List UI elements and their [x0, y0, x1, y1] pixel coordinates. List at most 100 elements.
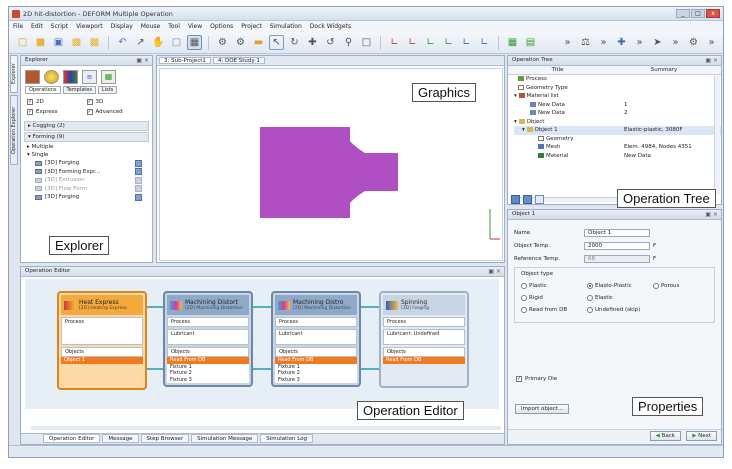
close-button[interactable]: x	[706, 9, 720, 18]
pan-icon[interactable]: ✋	[151, 35, 166, 50]
node-lubricant[interactable]: Lubricant	[275, 329, 357, 345]
node-process[interactable]: Process	[275, 317, 357, 327]
select-icon[interactable]: ↖	[269, 35, 284, 50]
chevron-icon[interactable]: »	[560, 35, 575, 50]
axis-icon[interactable]: ∟	[387, 35, 402, 50]
tool-icon[interactable]: ≡	[82, 70, 97, 84]
tree-row[interactable]: ▾ Material list	[514, 92, 721, 101]
mesh-icon[interactable]	[523, 195, 532, 204]
add-icon[interactable]	[135, 193, 142, 201]
tree-row[interactable]: Geometry Type	[514, 84, 721, 93]
menu-edit[interactable]: Edit	[31, 23, 43, 30]
operation-node-heat-express[interactable]: Heat Express [2D] Heating Express Process…	[57, 291, 147, 390]
back-button[interactable]: ◀ Back	[649, 431, 681, 441]
list-icon[interactable]	[535, 195, 544, 204]
radio-read-from-db[interactable]: Read from DB	[521, 307, 587, 313]
tab-simulation-log[interactable]: Simulation Log	[260, 434, 314, 443]
folder-icon[interactable]: ▩	[69, 35, 84, 50]
node-process[interactable]: Process	[167, 317, 249, 327]
tab-sub-project[interactable]: 3: Sub-Project1	[159, 57, 211, 64]
new-icon[interactable]: □	[15, 35, 30, 50]
dock-controls-icon[interactable]: ▣ ×	[136, 57, 149, 64]
minimize-button[interactable]: _	[676, 9, 690, 18]
node-lubricant[interactable]: Lubricant: Undefined	[383, 329, 465, 345]
tab-operations[interactable]: Operations	[25, 86, 61, 94]
fit-icon[interactable]: □	[359, 35, 374, 50]
tab-lists[interactable]: Lists	[97, 86, 118, 94]
dock-controls-icon[interactable]: ▣ ×	[488, 268, 501, 275]
chevron-icon[interactable]: »	[704, 35, 719, 50]
radio-plastic[interactable]: Plastic	[521, 283, 587, 289]
node-process[interactable]: Process	[383, 317, 465, 327]
open-icon[interactable]: ■	[33, 35, 48, 50]
tab-doe-study[interactable]: 4: DOE Study 1	[212, 57, 265, 64]
add-icon[interactable]	[135, 185, 142, 193]
menu-file[interactable]: File	[13, 23, 23, 30]
check-3d[interactable]: ✓ 3D	[86, 99, 147, 105]
grid-icon[interactable]: ▤	[523, 35, 538, 50]
tree-row[interactable]: Process	[514, 75, 721, 84]
display-icon[interactable]	[511, 195, 520, 204]
node-object[interactable]: Fixture 3	[275, 376, 357, 383]
maximize-button[interactable]: □	[691, 9, 705, 18]
operation-node-spinning[interactable]: Spinning [3D] Forging Process Lubricant: …	[379, 291, 469, 388]
primary-die-check[interactable]: ✓ Primary Die	[516, 376, 557, 382]
tree-row-selected[interactable]: ▾ Object 1 Elastic-plastic, 3080F	[514, 126, 721, 135]
column-summary[interactable]: Summary	[651, 66, 678, 74]
menu-project[interactable]: Project	[241, 23, 262, 30]
chevron-icon[interactable]: »	[596, 35, 611, 50]
chevron-icon[interactable]: »	[668, 35, 683, 50]
menu-simulation[interactable]: Simulation	[270, 23, 302, 30]
operation-editor-scrollbar[interactable]	[31, 426, 501, 430]
axis-icon[interactable]: ∟	[441, 35, 456, 50]
add-icon[interactable]	[135, 159, 142, 167]
menu-viewport[interactable]: Viewport	[76, 23, 103, 30]
dock-controls-icon[interactable]: ▣ ×	[705, 57, 718, 64]
display-icon[interactable]: ▦	[187, 35, 202, 50]
menu-mouse[interactable]: Mouse	[141, 23, 160, 30]
side-tab-explorer[interactable]: Explorer	[10, 55, 18, 93]
operation-editor-canvas[interactable]: Heat Express [2D] Heating Express Process…	[25, 279, 499, 409]
explorer-item[interactable]: [3D] Forging	[21, 159, 152, 168]
axis-icon[interactable]: ∟	[459, 35, 474, 50]
save-icon[interactable]: ▣	[51, 35, 66, 50]
axis-icon[interactable]: ∟	[405, 35, 420, 50]
tool-icon[interactable]: ➤	[650, 35, 665, 50]
operation-icon[interactable]	[25, 70, 40, 84]
column-title[interactable]: Title	[552, 66, 564, 74]
rotate-icon[interactable]: ↺	[323, 35, 338, 50]
rect-icon[interactable]: ▬	[251, 35, 266, 50]
target-icon[interactable]: ✚	[614, 35, 629, 50]
side-tab-operation-explorer[interactable]: Operation Explorer	[10, 95, 18, 165]
explorer-item[interactable]: [3D] Extrusion	[21, 176, 152, 185]
node-process[interactable]: Process	[61, 317, 143, 345]
tab-step-browser[interactable]: Step Browser	[140, 434, 190, 443]
explorer-item[interactable]: [3D] Flow Form	[21, 185, 152, 194]
check-advanced[interactable]: ✓ Advanced	[86, 109, 147, 115]
explorer-item[interactable]: [3D] Forging	[21, 193, 152, 202]
tab-templates[interactable]: Templates	[62, 86, 96, 94]
grid-icon[interactable]: ▦	[101, 70, 116, 84]
menu-tool[interactable]: Tool	[168, 23, 180, 30]
check-express[interactable]: ✓ Express	[27, 109, 87, 115]
tab-simulation-message[interactable]: Simulation Message	[191, 434, 259, 443]
node-object[interactable]: Fixture 3	[167, 376, 249, 383]
axis-icon[interactable]: ∟	[423, 35, 438, 50]
tab-operation-editor[interactable]: Operation Editor	[43, 434, 101, 443]
zoom-icon[interactable]: ⚲	[341, 35, 356, 50]
menu-dock-widgets[interactable]: Dock Widgets	[310, 23, 351, 30]
axis-icon[interactable]: ∟	[477, 35, 492, 50]
radio-undefined[interactable]: Undefined (skip)	[587, 307, 667, 313]
chevron-icon[interactable]: »	[632, 35, 647, 50]
menu-display[interactable]: Display	[111, 23, 133, 30]
radio-elastic[interactable]: Elastic	[587, 295, 703, 301]
check-2d[interactable]: ✓ 2D	[27, 99, 87, 105]
menu-script[interactable]: Script	[51, 23, 68, 30]
tree-row[interactable]: Geometry	[514, 135, 721, 144]
object-temp-field[interactable]: 2000	[584, 241, 650, 250]
operation-node-machining-distro[interactable]: Machining Distro [2D] Machining Distortio…	[271, 291, 361, 387]
rotate-icon[interactable]: ↻	[287, 35, 302, 50]
settings-icon[interactable]: ⚙	[233, 35, 248, 50]
pointer-icon[interactable]: ↗	[133, 35, 148, 50]
tree-row[interactable]: Mesh Elem. 4984, Nodes 4351	[514, 143, 721, 152]
